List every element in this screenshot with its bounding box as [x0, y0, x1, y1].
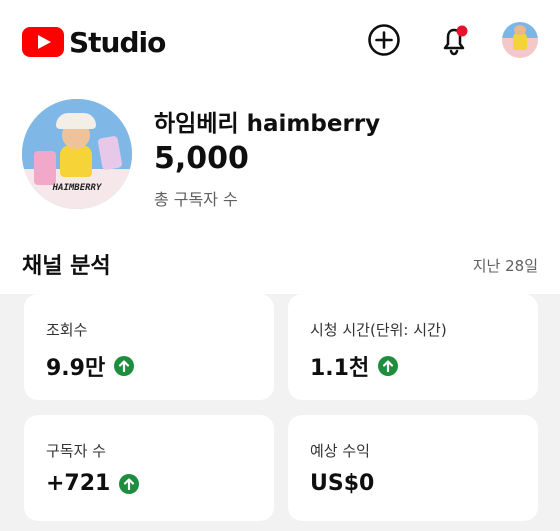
trend-up-icon	[378, 356, 399, 376]
metric-value: 1.1천	[310, 356, 370, 381]
analytics-metrics-grid: 조회수 9.9만 시청 시간(단위: 시간) 1.1천 구독자 수 +721 예…	[0, 294, 560, 531]
channel-avatar-brand-text: HAIMBERRY	[52, 183, 102, 193]
metric-card-estimated-revenue[interactable]: 예상 수익 US$0	[288, 415, 538, 521]
notification-badge	[456, 25, 468, 37]
dashboard-content: HAIMBERRY 하임베리 haimberry 5,000 총 구독자 수 채…	[0, 80, 560, 531]
metric-label: 예상 수익	[310, 442, 370, 460]
metric-value: +721	[46, 471, 111, 496]
channel-avatar[interactable]: HAIMBERRY	[22, 99, 132, 209]
youtube-studio-logo[interactable]: Studio	[22, 24, 166, 60]
account-avatar[interactable]	[502, 22, 538, 58]
metric-value: 9.9만	[46, 356, 106, 381]
subscriber-count-label: 총 구독자 수	[154, 190, 238, 209]
metric-label: 구독자 수	[46, 442, 106, 460]
metric-card-watch-time[interactable]: 시청 시간(단위: 시간) 1.1천	[288, 294, 538, 400]
notification-bell-icon[interactable]	[436, 22, 472, 58]
youtube-play-icon	[22, 27, 64, 57]
trend-up-icon	[119, 473, 140, 494]
channel-name: 하임베리 haimberry	[154, 111, 381, 137]
metric-value: US$0	[310, 471, 375, 496]
analytics-period: 지난 28일	[472, 257, 538, 275]
subscriber-count: 5,000	[154, 141, 249, 176]
metric-card-subscribers[interactable]: 구독자 수 +721	[24, 415, 274, 521]
trend-up-icon	[114, 356, 135, 376]
top-app-bar: Studio	[0, 0, 560, 80]
logo-text: Studio	[69, 25, 166, 59]
metric-card-views[interactable]: 조회수 9.9만	[24, 294, 274, 400]
analytics-section-title: 채널 분석	[22, 254, 111, 279]
create-icon[interactable]	[366, 22, 402, 58]
metric-label: 시청 시간(단위: 시간)	[310, 321, 447, 339]
metric-label: 조회수	[46, 321, 88, 339]
